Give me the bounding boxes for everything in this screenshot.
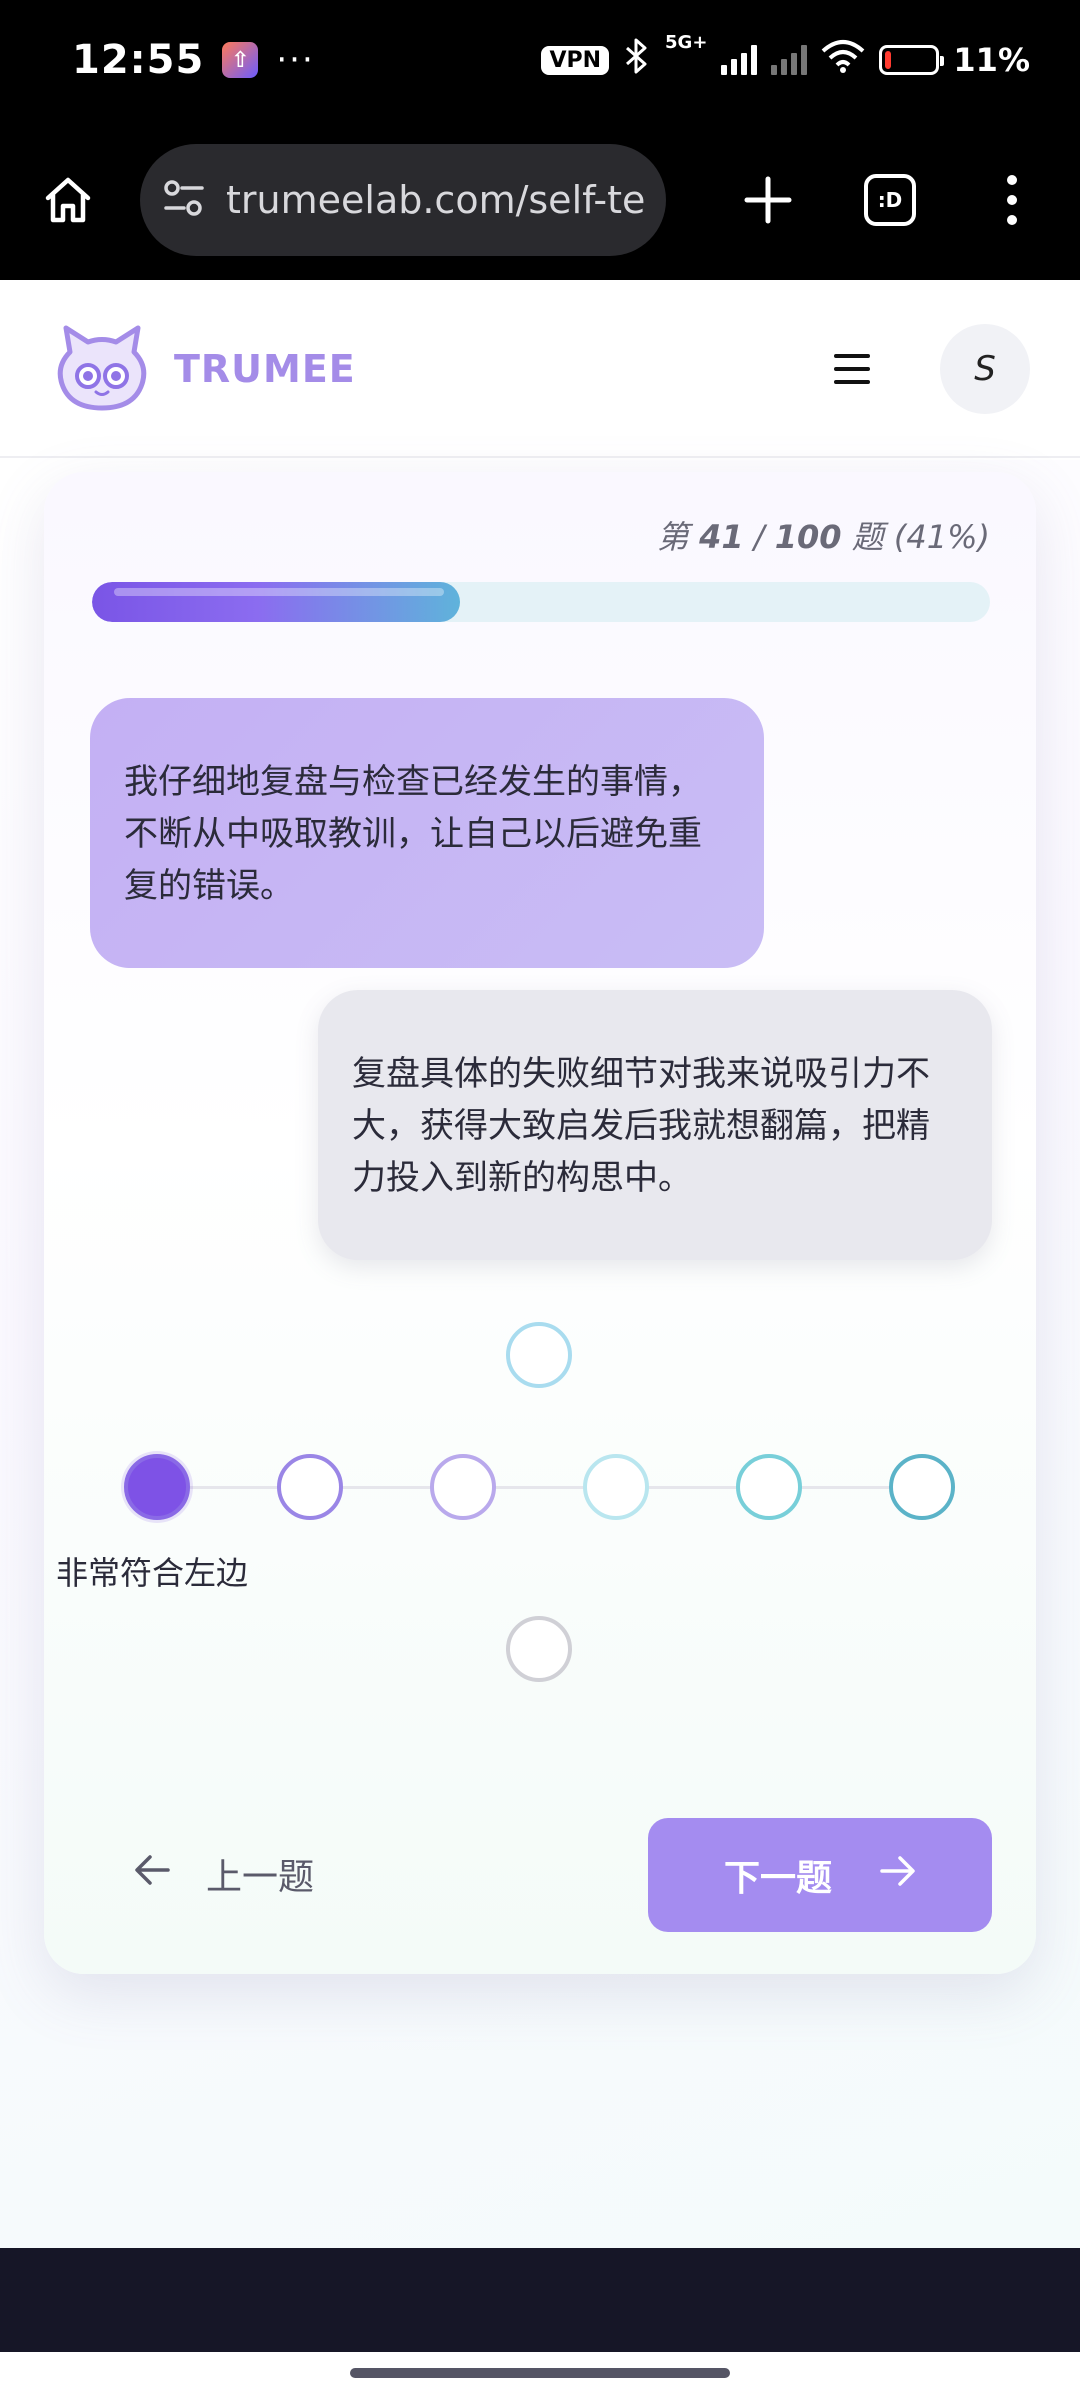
browser-menu-icon[interactable] [976, 164, 1048, 236]
progress-prefix: 第 [656, 518, 700, 556]
question-card: 第 41 / 100 题 (41%) 我仔细地复盘与检查已经发生的事情，不断从中… [44, 472, 1036, 1974]
status-right: VPN 5G+ 11% [541, 32, 1030, 82]
more-notifications-icon: ··· [276, 40, 315, 80]
home-icon[interactable] [32, 164, 104, 236]
vpn-badge: VPN [541, 45, 610, 75]
progress-label: 第 41 / 100 题 (41%) [657, 512, 990, 558]
option-5[interactable] [736, 1454, 802, 1520]
home-indicator[interactable] [350, 2368, 730, 2378]
brand-logo-link[interactable]: TRUMEE [50, 322, 356, 416]
navigation-row: 上一题 下一题 [44, 1818, 1036, 1932]
new-tab-plus-icon[interactable] [732, 164, 804, 236]
address-bar[interactable]: trumeelab.com/self-te [140, 144, 666, 256]
progress-percent: (41%) [893, 518, 990, 556]
progress-separator: / [743, 518, 775, 556]
signal-sim2-icon [771, 45, 808, 75]
option-1[interactable] [124, 1454, 190, 1520]
progress-bar-fill [92, 582, 461, 622]
site-header: TRUMEE S [0, 282, 1080, 458]
option-2[interactable] [277, 1454, 343, 1520]
status-bar: 12:55 ⇧ ··· VPN 5G+ 11% [0, 0, 1080, 120]
signal-strength-icon [721, 45, 758, 75]
battery-level-fill [885, 51, 892, 69]
cat-logo-icon [50, 322, 154, 416]
network-type-label: 5G+ [665, 32, 708, 53]
option-top-neutral[interactable] [506, 1322, 572, 1388]
option-bottom-neutral[interactable] [506, 1616, 572, 1682]
user-avatar[interactable]: S [940, 324, 1030, 414]
site-settings-icon[interactable] [162, 178, 206, 222]
arrow-right-icon [880, 1855, 916, 1896]
option-6[interactable] [889, 1454, 955, 1520]
browser-actions: :D [732, 164, 1048, 236]
progress-suffix: 题 [841, 518, 894, 556]
hamburger-menu-icon[interactable] [822, 339, 882, 399]
bluetooth-icon [623, 38, 651, 82]
url-text: trumeelab.com/self-te [226, 178, 644, 222]
brand-name: TRUMEE [174, 347, 356, 391]
progress-total: 100 [774, 518, 842, 556]
statement-left-bubble: 我仔细地复盘与检查已经发生的事情，不断从中吸取教训，让自己以后避免重复的错误。 [90, 698, 764, 968]
previous-question-label: 上一题 [206, 1857, 315, 1898]
wifi-icon [821, 39, 865, 81]
option-4[interactable] [583, 1454, 649, 1520]
answer-scale: 非常符合左边 [44, 1322, 1036, 1682]
status-left: 12:55 ⇧ ··· [72, 37, 315, 83]
option-3[interactable] [430, 1454, 496, 1520]
arrow-left-icon [134, 1854, 170, 1895]
battery-icon [879, 45, 945, 75]
scale-line [156, 1486, 926, 1489]
statement-right-bubble: 复盘具体的失败细节对我来说吸引力不大，获得大致启发后我就想翻篇，把精力投入到新的… [318, 990, 992, 1260]
next-question-button[interactable]: 下一题 [648, 1818, 992, 1932]
progress-current: 41 [699, 518, 744, 556]
clock: 12:55 [72, 37, 205, 83]
next-question-label: 下一题 [723, 1858, 832, 1899]
progress-bar [92, 582, 990, 622]
battery-percent: 11% [953, 41, 1030, 79]
browser-toolbar: trumeelab.com/self-te :D [0, 120, 1080, 280]
tab-switcher-button[interactable]: :D [864, 174, 916, 226]
selected-option-caption: 非常符合左边 [56, 1554, 249, 1592]
header-actions: S [822, 324, 1030, 414]
previous-question-button[interactable]: 上一题 [134, 1836, 314, 1912]
upload-notification-icon: ⇧ [222, 42, 259, 78]
